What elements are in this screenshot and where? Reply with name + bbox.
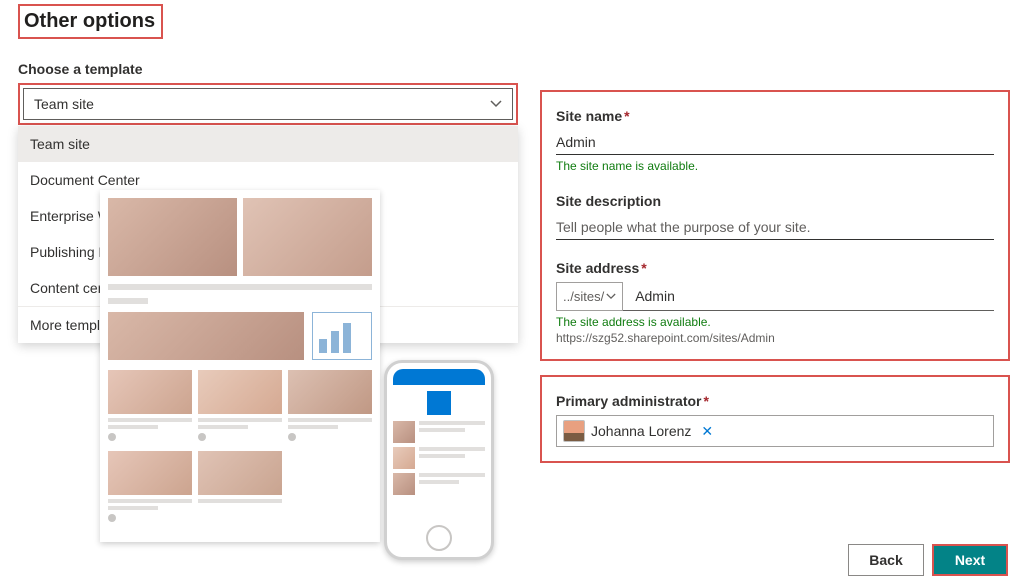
template-select[interactable]: Team site (23, 88, 513, 120)
avatar (563, 420, 585, 442)
template-label: Choose a template (18, 61, 518, 77)
site-address-prefix-value: ../sites/ (563, 289, 604, 304)
site-description-input[interactable] (556, 215, 994, 240)
template-selected-value: Team site (34, 96, 94, 112)
site-address-input[interactable] (635, 288, 994, 304)
remove-person-icon[interactable]: ✕ (697, 423, 717, 440)
template-option[interactable]: Team site (18, 126, 518, 162)
admin-label: Primary administrator* (556, 393, 994, 409)
admin-person-name: Johanna Lorenz (591, 423, 691, 439)
page-heading: Other options (18, 4, 163, 39)
site-address-helper: The site address is available. (556, 315, 994, 329)
site-address-full-url: https://szg52.sharepoint.com/sites/Admin (556, 331, 994, 345)
chevron-down-icon (606, 293, 616, 300)
site-name-label: Site name* (556, 108, 994, 124)
site-details-section: Site name* The site name is available. S… (540, 90, 1010, 361)
admin-people-picker[interactable]: Johanna Lorenz ✕ (556, 415, 994, 447)
next-button[interactable]: Next (932, 544, 1008, 576)
site-description-label: Site description (556, 193, 994, 209)
back-button[interactable]: Back (848, 544, 924, 576)
chevron-down-icon (490, 100, 502, 108)
admin-section: Primary administrator* Johanna Lorenz ✕ (540, 375, 1010, 463)
site-name-input[interactable] (556, 130, 994, 155)
site-name-helper: The site name is available. (556, 159, 994, 173)
site-address-prefix-select[interactable]: ../sites/ (556, 282, 623, 311)
template-preview (100, 190, 430, 550)
site-address-label: Site address* (556, 260, 994, 276)
